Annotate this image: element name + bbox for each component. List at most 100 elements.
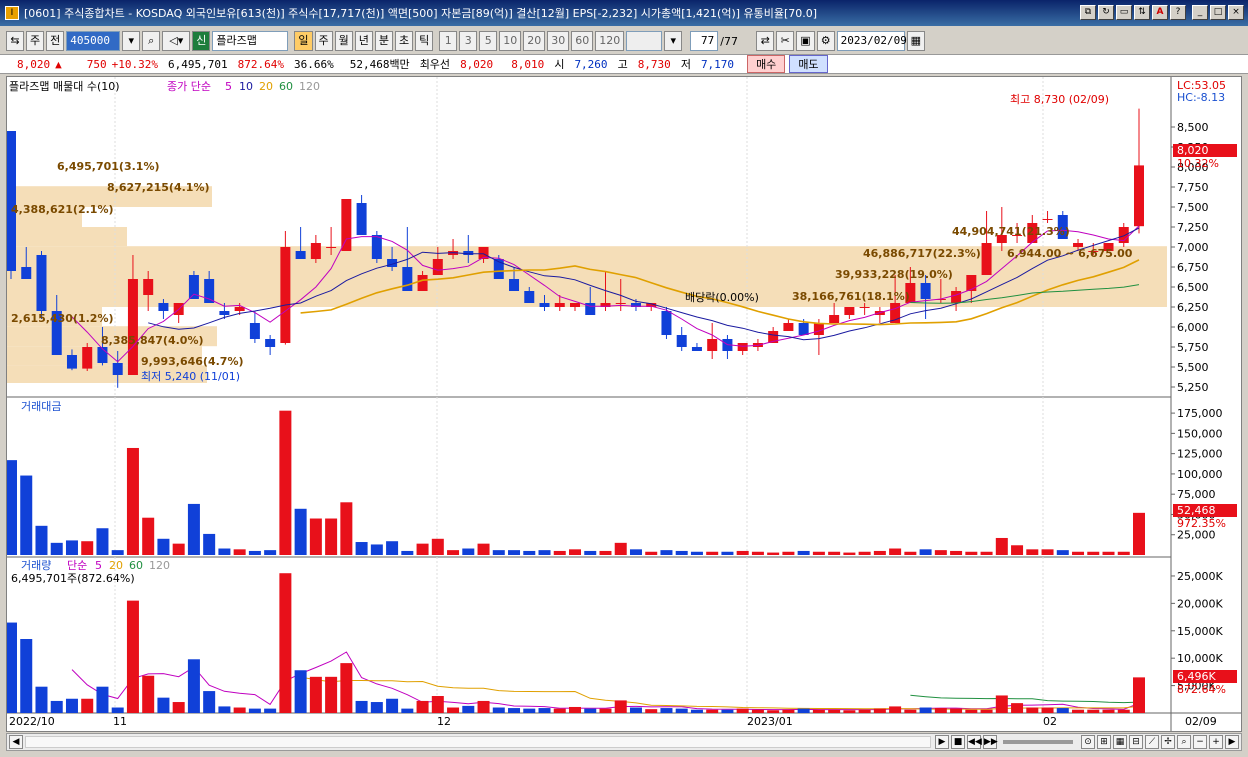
date-axis: 2022/10 11 12 2023/01 02 02/09	[9, 715, 1217, 728]
calendar-icon[interactable]: ▦	[906, 31, 926, 51]
amount-bar	[447, 550, 460, 555]
interval-3[interactable]: 3	[459, 31, 478, 51]
layout-icon[interactable]: ▭	[1116, 5, 1132, 20]
tool-icon[interactable]: ✂	[776, 31, 795, 51]
period-month[interactable]: 월	[334, 31, 353, 51]
candle-body	[661, 311, 672, 335]
candle-body	[570, 303, 580, 307]
trend-tool-icon[interactable]: ⟋	[1145, 735, 1159, 749]
crosshair-icon[interactable]: ✢	[1161, 735, 1175, 749]
market-select[interactable]: 주	[26, 31, 45, 51]
scroll-right-icon[interactable]: ▶	[1225, 735, 1239, 749]
period-second[interactable]: 초	[395, 31, 414, 51]
refresh-icon[interactable]: ↻	[1098, 5, 1114, 20]
interval-5[interactable]: 5	[479, 31, 498, 51]
vp-label-9: 39,933,228(19.0%)	[835, 268, 953, 281]
candle-body	[981, 243, 992, 275]
plus-icon[interactable]: +	[1209, 735, 1223, 749]
font-icon[interactable]: A	[1152, 5, 1168, 20]
volume-bar	[264, 708, 277, 713]
fit-tool-icon[interactable]: ⊟	[1129, 735, 1143, 749]
zoom-reset-icon[interactable]: ⊙	[1081, 735, 1095, 749]
volume-bar	[523, 708, 536, 713]
volume-bar	[218, 706, 231, 713]
ma-period-120: 120	[299, 80, 320, 93]
dropdown-icon[interactable]: ▾	[122, 31, 141, 51]
amount-tick-label: 150,000	[1177, 427, 1223, 440]
grid-tool-icon[interactable]: ▦	[1113, 735, 1127, 749]
chart-area[interactable]: 8,5008,2508,0007,7507,5007,2507,0006,750…	[5, 76, 1242, 732]
zoom-slider[interactable]	[1003, 740, 1073, 744]
help-icon[interactable]: ?	[1170, 5, 1186, 20]
hc-label: HC:-8.13	[1177, 91, 1225, 104]
draw-tool-icon[interactable]: ⊞	[1097, 735, 1111, 749]
interval-1[interactable]: 1	[439, 31, 458, 51]
interval-custom-input[interactable]	[626, 31, 663, 51]
amount-bar	[172, 543, 185, 555]
stock-chart[interactable]: 8,5008,2508,0007,7507,5007,2507,0006,750…	[5, 77, 1241, 731]
sort-icon[interactable]: ⇅	[1134, 5, 1150, 20]
buy-button[interactable]: 매수	[747, 55, 786, 73]
amount-bar	[523, 550, 536, 555]
interval-dropdown-icon[interactable]: ▾	[664, 31, 683, 51]
play-icon[interactable]: ▶	[935, 735, 949, 749]
sound-icon[interactable]: ◁▾	[162, 31, 191, 51]
amount-bar	[706, 551, 719, 555]
step-forward-icon[interactable]: ▶▶	[983, 735, 998, 749]
vp-label-8: 46,886,717(22.3%)	[863, 247, 981, 260]
period-minute[interactable]: 분	[374, 31, 393, 51]
search-icon[interactable]: ⌕	[142, 31, 161, 51]
stop-icon[interactable]: ■	[951, 735, 965, 749]
candle-body	[295, 251, 306, 259]
date-input[interactable]: 2023/02/09	[836, 31, 907, 51]
amount-bar	[553, 550, 566, 555]
high-label: 고	[617, 58, 628, 71]
period-year[interactable]: 년	[354, 31, 373, 51]
period-day[interactable]: 일	[294, 31, 313, 51]
last-volume-tag: 6,496K	[1177, 670, 1216, 683]
zoom-icon[interactable]: ⌕	[1177, 735, 1191, 749]
amount-bar	[340, 502, 353, 555]
settings-icon[interactable]: ⚙	[816, 31, 835, 51]
open-label: 시	[554, 58, 565, 71]
link-icon[interactable]: ⇆	[6, 31, 24, 51]
maximize-button[interactable]: □	[1210, 5, 1226, 20]
restore-icon[interactable]: ⧉	[1080, 5, 1096, 20]
candle-body	[783, 323, 794, 331]
amount-bar	[1087, 551, 1100, 555]
low-label: 저	[680, 58, 691, 71]
ma-period-60: 60	[279, 80, 293, 93]
period-week[interactable]: 주	[314, 31, 333, 51]
amount-bar	[462, 548, 475, 555]
volume-bar	[629, 707, 642, 713]
interval-30[interactable]: 30	[547, 31, 570, 51]
volume-tick-label: 25,000K	[1177, 570, 1223, 583]
stock-code-input[interactable]: 405000	[66, 31, 121, 51]
step-back-icon[interactable]: ◀◀	[967, 735, 982, 749]
amount-bar	[1072, 551, 1085, 555]
minus-icon[interactable]: −	[1193, 735, 1207, 749]
price-tick-label: 5,500	[1177, 361, 1209, 374]
last-volume-pct: 872.64%	[1177, 683, 1226, 696]
scroll-track[interactable]	[25, 736, 931, 748]
sell-button[interactable]: 매도	[789, 55, 828, 73]
best-bid: 8,010	[511, 57, 545, 71]
close-button[interactable]: ×	[1228, 5, 1244, 20]
interval-20[interactable]: 20	[523, 31, 546, 51]
count-input[interactable]: 77	[690, 31, 719, 51]
prev-button[interactable]: 전	[46, 31, 65, 51]
interval-60[interactable]: 60	[571, 31, 594, 51]
save-icon[interactable]: ▣	[796, 31, 815, 51]
compare-icon[interactable]: ⇄	[756, 31, 775, 51]
candle-body	[21, 267, 32, 279]
amount-bar	[50, 542, 63, 555]
vol-ma-period-20: 20	[109, 559, 123, 572]
interval-120[interactable]: 120	[595, 31, 625, 51]
volume-bar	[309, 676, 322, 713]
scroll-left-icon[interactable]: ◀	[9, 735, 23, 749]
interval-10[interactable]: 10	[499, 31, 522, 51]
minimize-button[interactable]: _	[1192, 5, 1208, 20]
period-tick[interactable]: 틱	[415, 31, 434, 51]
amount-tick-label: 25,000	[1177, 529, 1216, 542]
volume-bar	[660, 708, 673, 713]
